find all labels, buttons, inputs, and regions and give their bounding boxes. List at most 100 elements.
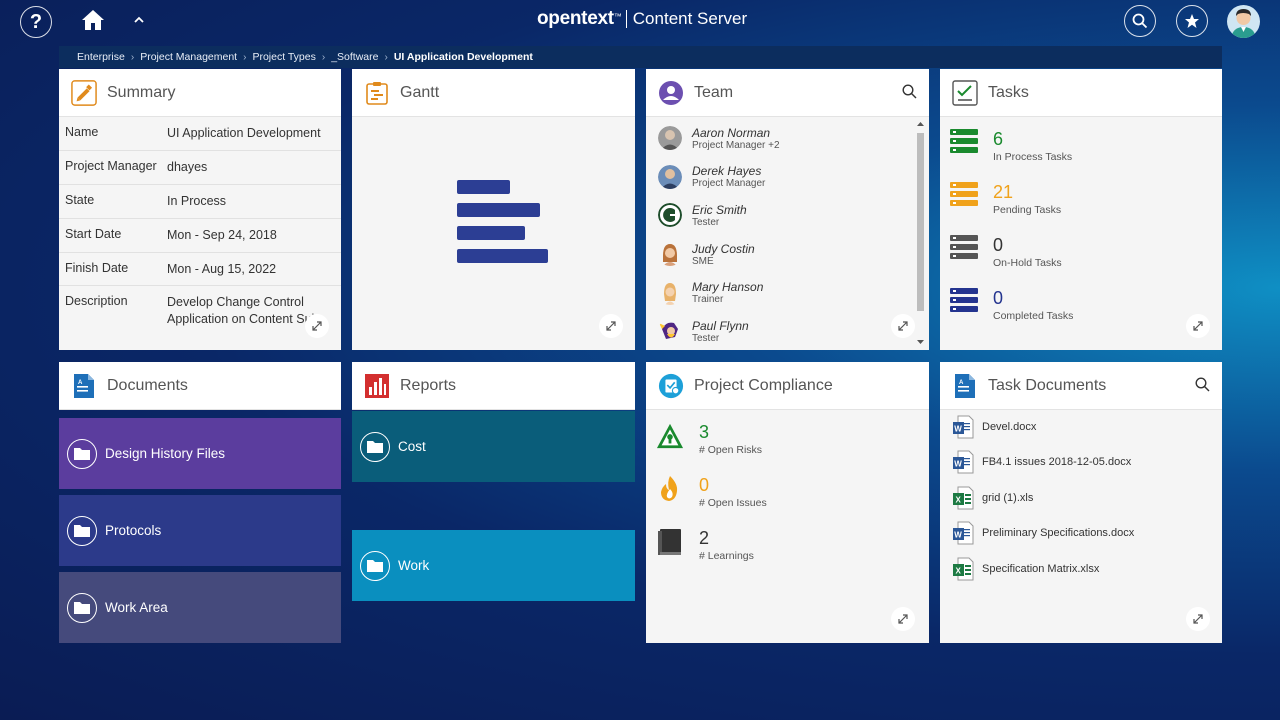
task-stat-in-process[interactable]: 6 In Process Tasks bbox=[950, 129, 1072, 163]
expand-icon bbox=[606, 321, 616, 331]
folder-cost[interactable]: Cost bbox=[352, 411, 635, 482]
favorites-button[interactable] bbox=[1176, 5, 1208, 37]
document-item[interactable]: W Devel.docx bbox=[940, 409, 1222, 445]
breadcrumb-software[interactable]: _Software bbox=[331, 51, 378, 63]
team-member[interactable]: Paul Flynn Tester bbox=[646, 312, 916, 351]
help-button[interactable]: ? bbox=[20, 6, 52, 38]
breadcrumb-current: UI Application Development bbox=[393, 51, 533, 63]
summary-row: Name UI Application Development bbox=[59, 117, 341, 151]
breadcrumb-project-types[interactable]: Project Types bbox=[252, 51, 315, 63]
excel-doc-icon: X bbox=[953, 557, 974, 581]
brand: opentext ™ Content Server bbox=[537, 8, 747, 30]
task-stack-icon bbox=[950, 182, 978, 206]
folder-work-area[interactable]: Work Area bbox=[59, 572, 341, 643]
team-scrollbar[interactable] bbox=[916, 121, 925, 345]
scroll-down-icon[interactable] bbox=[917, 339, 924, 345]
word-doc-icon: W bbox=[953, 415, 974, 439]
team-search-button[interactable] bbox=[902, 84, 917, 104]
folder-design-history-files[interactable]: Design History Files bbox=[59, 418, 341, 489]
svg-text:X: X bbox=[956, 495, 962, 504]
task-stat-completed[interactable]: 0 Completed Tasks bbox=[950, 288, 1073, 322]
folder-work[interactable]: Work bbox=[352, 530, 635, 601]
home-icon bbox=[82, 10, 104, 30]
task-stack-icon bbox=[950, 129, 978, 153]
gantt-title: Gantt bbox=[400, 83, 440, 101]
gantt-expand-button[interactable] bbox=[599, 314, 623, 338]
folder-label: Cost bbox=[398, 439, 426, 454]
task-documents-icon: A bbox=[952, 373, 978, 399]
member-avatar bbox=[658, 242, 682, 267]
team-member[interactable]: Judy Costin SME bbox=[646, 235, 916, 274]
team-member[interactable]: Derek Hayes Project Manager bbox=[646, 158, 916, 197]
team-member[interactable]: Eric Smith Tester bbox=[646, 196, 916, 235]
member-role: SME bbox=[692, 255, 714, 267]
document-item[interactable]: W FB4.1 issues 2018-12-05.docx bbox=[940, 445, 1222, 481]
top-bar: ? opentext ™ Content Server bbox=[0, 0, 1280, 44]
expand-icon bbox=[1193, 614, 1203, 624]
compliance-count: 2 bbox=[699, 528, 710, 548]
member-avatar bbox=[658, 319, 682, 343]
breadcrumb-project-management[interactable]: Project Management bbox=[140, 51, 237, 63]
document-item[interactable]: X Specification Matrix.xlsx bbox=[940, 551, 1222, 587]
task-documents-expand-button[interactable] bbox=[1186, 607, 1210, 631]
word-doc-icon: W bbox=[953, 521, 974, 545]
document-name: grid (1).xls bbox=[982, 491, 1034, 504]
member-name: Aaron Norman bbox=[692, 125, 771, 140]
folder-label: Protocols bbox=[105, 523, 162, 538]
brand-separator bbox=[625, 10, 627, 28]
search-icon bbox=[1195, 377, 1210, 392]
summary-value: UI Application Development bbox=[167, 126, 321, 140]
gantt-tile[interactable]: Gantt bbox=[352, 69, 635, 350]
summary-title: Summary bbox=[107, 83, 176, 101]
task-count: 0 bbox=[993, 235, 1004, 255]
team-tile: Team Aaron Norman Project Manager +2 Dere… bbox=[646, 69, 929, 350]
summary-row: Project Manager dhayes bbox=[59, 151, 341, 185]
breadcrumb-enterprise[interactable]: Enterprise bbox=[77, 51, 125, 63]
search-icon bbox=[902, 84, 917, 99]
document-name: Devel.docx bbox=[982, 420, 1037, 433]
scroll-up-icon[interactable] bbox=[917, 121, 924, 127]
folder-label: Work Area bbox=[105, 600, 168, 615]
user-avatar[interactable] bbox=[1227, 5, 1260, 38]
compliance-stat-issues[interactable]: 0 # Open Issues bbox=[656, 475, 767, 509]
documents-icon: A bbox=[71, 373, 97, 399]
task-count: 6 bbox=[993, 129, 1004, 149]
team-expand-button[interactable] bbox=[891, 314, 915, 338]
compliance-header: Project Compliance bbox=[646, 362, 929, 410]
task-stack-icon bbox=[950, 288, 978, 312]
task-count: 21 bbox=[993, 182, 1014, 202]
summary-expand-button[interactable] bbox=[305, 314, 329, 338]
task-stat-on-hold[interactable]: 0 On-Hold Tasks bbox=[950, 235, 1062, 269]
task-stat-pending[interactable]: 21 Pending Tasks bbox=[950, 182, 1061, 216]
brand-tm: ™ bbox=[613, 11, 622, 21]
star-icon bbox=[1185, 14, 1199, 28]
summary-key: Project Manager bbox=[65, 158, 157, 173]
task-label: Completed Tasks bbox=[993, 310, 1074, 322]
document-item[interactable]: X grid (1).xls bbox=[940, 480, 1222, 516]
collapse-button[interactable] bbox=[133, 12, 145, 30]
compliance-expand-button[interactable] bbox=[891, 607, 915, 631]
member-extra: +2 bbox=[768, 139, 780, 151]
summary-key: Start Date bbox=[65, 226, 122, 241]
document-item[interactable]: W Preliminary Specifications.docx bbox=[940, 516, 1222, 552]
folder-protocols[interactable]: Protocols bbox=[59, 495, 341, 566]
reports-icon bbox=[364, 373, 390, 399]
document-name: Preliminary Specifications.docx bbox=[982, 527, 1135, 540]
tasks-expand-button[interactable] bbox=[1186, 314, 1210, 338]
compliance-stat-risks[interactable]: 3 # Open Risks bbox=[656, 422, 762, 456]
svg-text:W: W bbox=[954, 460, 962, 469]
search-button[interactable] bbox=[1124, 5, 1156, 37]
task-label: Pending Tasks bbox=[993, 204, 1062, 216]
compliance-stat-learnings[interactable]: 2 # Learnings bbox=[656, 528, 754, 562]
expand-icon bbox=[898, 321, 908, 331]
folder-label: Work bbox=[398, 558, 430, 573]
scrollbar-thumb[interactable] bbox=[917, 133, 924, 311]
member-role: Tester bbox=[692, 332, 720, 344]
task-documents-list: W Devel.docx W FB4.1 issues 2018-12-05.d… bbox=[940, 409, 1222, 587]
home-button[interactable] bbox=[81, 9, 105, 36]
task-documents-search-button[interactable] bbox=[1195, 377, 1210, 397]
chevron-right-icon: › bbox=[384, 51, 388, 63]
team-member[interactable]: Aaron Norman Project Manager +2 bbox=[646, 119, 916, 158]
compliance-title: Project Compliance bbox=[694, 376, 833, 394]
team-member[interactable]: Mary Hanson Trainer bbox=[646, 273, 916, 312]
